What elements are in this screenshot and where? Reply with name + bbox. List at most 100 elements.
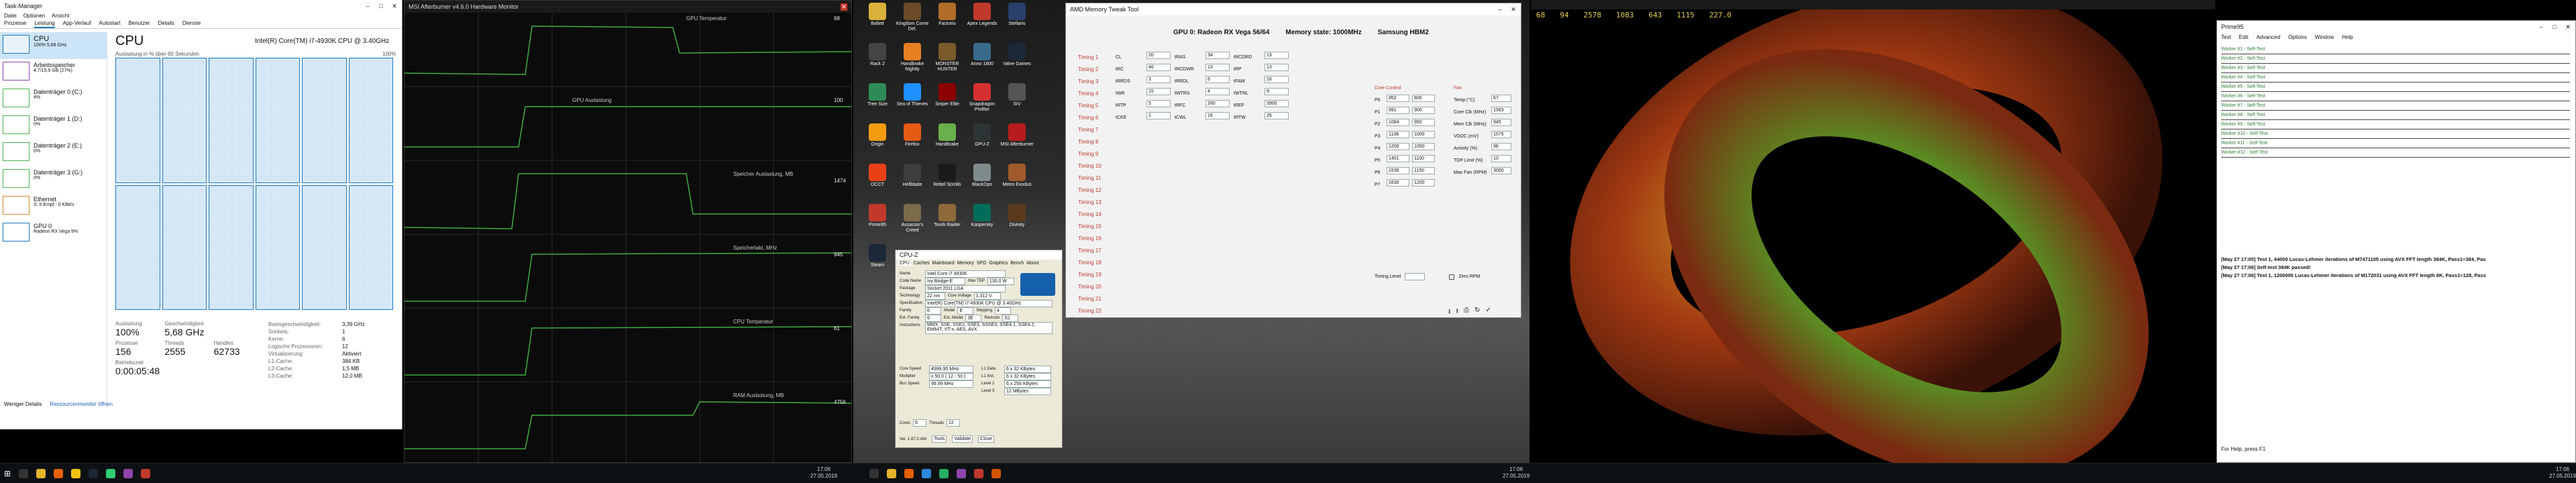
worker-window[interactable]: Worker #5 - Self-Test bbox=[2221, 83, 2570, 92]
desktop-icon[interactable]: Kingdom Come Del. bbox=[895, 3, 930, 42]
app-icon[interactable] bbox=[123, 469, 133, 478]
explorer-icon[interactable] bbox=[71, 469, 81, 478]
tools-button[interactable]: Tools bbox=[932, 435, 947, 443]
menu-edit[interactable]: Edit bbox=[2239, 34, 2249, 40]
timing-field[interactable]: 6 bbox=[1205, 76, 1230, 83]
desktop-icon[interactable]: Handbrake Nightly bbox=[895, 43, 930, 82]
windows-start-icon[interactable]: ⊞ bbox=[4, 469, 11, 478]
worker-window[interactable]: Worker #3 - Self-Test bbox=[2221, 64, 2570, 73]
maximize-icon[interactable]: □ bbox=[2551, 23, 2558, 31]
tab-processes[interactable]: Prozesse bbox=[4, 20, 26, 28]
sidebar-item-memory[interactable]: Arbeitsspeicher 4,7/15,9 GB (27%) bbox=[0, 59, 107, 86]
sidebar-item-disk-1[interactable]: Datenträger 1 (D:) 0% bbox=[0, 113, 107, 140]
desktop-icon[interactable]: Sniper Elite bbox=[930, 83, 965, 122]
timing-field[interactable]: 9 bbox=[1265, 88, 1289, 95]
save-icon[interactable]: ⭳ bbox=[1448, 307, 1451, 317]
menu-options[interactable]: Options bbox=[2288, 34, 2307, 40]
timing-field[interactable]: 1 bbox=[1146, 112, 1171, 119]
desktop-icon[interactable]: Valve Games bbox=[1000, 43, 1034, 82]
desktop-icon[interactable]: Apex Legends bbox=[965, 3, 1000, 42]
menu-advanced[interactable]: Advanced bbox=[2256, 34, 2280, 40]
desktop-icon[interactable]: MSI Afterburner bbox=[1000, 123, 1034, 162]
tab-memory[interactable]: Memory bbox=[957, 261, 974, 266]
clock-field[interactable]: 1138 bbox=[1387, 131, 1409, 138]
voltage-field[interactable]: 1050 bbox=[1412, 143, 1435, 150]
fan-field[interactable]: 67 bbox=[1491, 95, 1511, 102]
sidebar-item-cpu[interactable]: CPU 100% 5,68 GHz bbox=[0, 32, 107, 59]
sidebar-item-disk-0[interactable]: Datenträger 0 (C:) 4% bbox=[0, 86, 107, 113]
maximize-icon[interactable]: □ bbox=[378, 3, 384, 10]
apply-icon[interactable]: ✓ bbox=[1485, 307, 1491, 317]
timing-field[interactable]: 15 bbox=[1146, 88, 1171, 95]
desktop-icon[interactable]: Handbrake bbox=[930, 123, 965, 162]
memtweak-titlebar[interactable]: AMD Memory Tweak Tool – ✕ bbox=[1066, 3, 1521, 15]
desktop-icon[interactable]: Prime95 bbox=[860, 204, 895, 243]
minimize-icon[interactable]: – bbox=[1497, 6, 1503, 13]
fan-field[interactable]: 1583 bbox=[1491, 107, 1511, 114]
app-icon[interactable] bbox=[904, 469, 914, 478]
tab-app-history[interactable]: App-Verlauf bbox=[63, 20, 91, 28]
desktop-icon[interactable]: Steam bbox=[860, 244, 895, 283]
task-manager-titlebar[interactable]: Task-Manager – □ ✕ bbox=[0, 0, 402, 12]
voltage-field[interactable]: 900 bbox=[1412, 107, 1435, 114]
tab-cpu[interactable]: CPU bbox=[898, 261, 911, 266]
worker-window[interactable]: Worker #12 - Self-Test bbox=[2221, 148, 2570, 158]
refresh-icon[interactable]: ↻ bbox=[1474, 307, 1480, 317]
app-icon[interactable] bbox=[957, 469, 966, 478]
timing-level-field[interactable] bbox=[1405, 273, 1426, 280]
clock-field[interactable]: 1084 bbox=[1387, 119, 1409, 126]
timing-field[interactable]: 16 bbox=[1205, 112, 1230, 119]
upload-icon[interactable]: ⭱ bbox=[1456, 307, 1459, 317]
cpuz-titlebar[interactable]: CPU-Z bbox=[896, 250, 1062, 260]
desktop-icon[interactable]: Tree Size bbox=[860, 83, 895, 122]
taskmgr-icon[interactable] bbox=[106, 469, 116, 478]
timing-field[interactable]: 260 bbox=[1205, 100, 1230, 107]
validate-button[interactable]: Validate bbox=[952, 435, 973, 443]
menu-test[interactable]: Test bbox=[2221, 34, 2231, 40]
resource-monitor-link[interactable]: Ressourcenmonitor öffnen bbox=[50, 401, 113, 407]
tab-services[interactable]: Dienste bbox=[182, 20, 201, 28]
timing-field[interactable]: 26 bbox=[1265, 112, 1289, 119]
timing-field[interactable]: 13 bbox=[1205, 64, 1230, 71]
timing-field[interactable]: 16 bbox=[1265, 76, 1289, 83]
clock-field[interactable]: 991 bbox=[1387, 107, 1409, 114]
desktop-icon[interactable]: Hellblade bbox=[895, 164, 930, 203]
desktop-icon[interactable]: MONSTER HUNTER bbox=[930, 43, 965, 82]
start-icon[interactable] bbox=[869, 469, 879, 478]
desktop-icon[interactable]: GPU-Z bbox=[965, 123, 1000, 162]
close-icon[interactable]: ✕ bbox=[841, 3, 847, 11]
desktop-icon[interactable]: Rack 2 bbox=[860, 43, 895, 82]
close-icon[interactable]: ✕ bbox=[2565, 23, 2571, 31]
worker-window[interactable]: Worker #11 - Self-Test bbox=[2221, 139, 2570, 148]
voltage-field[interactable]: 1000 bbox=[1412, 131, 1435, 138]
sidebar-item-ethernet[interactable]: Ethernet S: 0 Empf.: 0 KBit/s bbox=[0, 193, 107, 220]
app-icon[interactable] bbox=[991, 469, 1001, 478]
app-icon[interactable] bbox=[141, 469, 151, 478]
close-icon[interactable]: ✕ bbox=[391, 3, 398, 10]
timing-field[interactable]: 20 bbox=[1146, 52, 1171, 59]
sidebar-item-gpu[interactable]: GPU 0 Radeon RX Vega 9% bbox=[0, 220, 107, 247]
furmark-titlebar[interactable] bbox=[1531, 0, 2215, 9]
minimize-icon[interactable]: – bbox=[364, 3, 371, 10]
fan-field[interactable]: 1075 bbox=[1491, 131, 1511, 138]
tab-spd[interactable]: SPD bbox=[977, 261, 986, 266]
clock-field[interactable]: 1630 bbox=[1387, 179, 1409, 186]
clock-field[interactable]: 852 bbox=[1387, 95, 1409, 102]
tray-clock-2[interactable]: 17:06 27.05.2019 bbox=[1503, 466, 1529, 480]
clock-field[interactable]: 1536 bbox=[1387, 167, 1409, 174]
desktop-icon[interactable]: Assassin's Creed bbox=[895, 204, 930, 243]
zero-rpm-checkbox[interactable] bbox=[1449, 274, 1455, 280]
timing-field[interactable]: 3900 bbox=[1265, 100, 1289, 107]
desktop-icon[interactable]: SIV bbox=[1000, 83, 1034, 122]
desktop-icon[interactable]: Divinity bbox=[1000, 204, 1034, 243]
timing-field[interactable]: 13 bbox=[1265, 64, 1289, 71]
fan-field[interactable]: 10 bbox=[1491, 155, 1511, 162]
voltage-field[interactable]: 1150 bbox=[1412, 167, 1435, 174]
timing-field[interactable]: 3 bbox=[1146, 76, 1171, 83]
close-icon[interactable]: ✕ bbox=[1510, 6, 1517, 13]
chrome-icon[interactable] bbox=[36, 469, 46, 478]
timing-field[interactable]: 13 bbox=[1265, 52, 1289, 59]
tab-graphics[interactable]: Graphics bbox=[989, 261, 1008, 266]
timing-field[interactable]: 4 bbox=[1205, 88, 1230, 95]
clock-field[interactable]: 1401 bbox=[1387, 155, 1409, 162]
